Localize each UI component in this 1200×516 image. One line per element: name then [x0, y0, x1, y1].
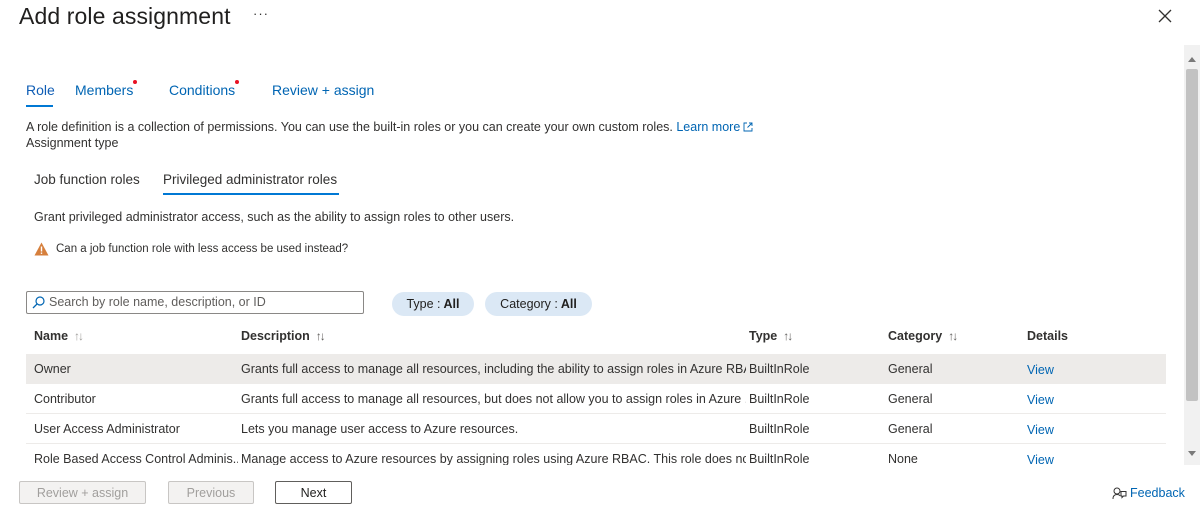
role-search-input[interactable]: Search by role name, description, or ID — [26, 291, 364, 314]
role-description: Grants full access to manage all resourc… — [241, 392, 746, 406]
column-header-description[interactable]: Description ↑↓ — [241, 329, 326, 343]
feedback-button[interactable]: Feedback — [1112, 485, 1185, 501]
vertical-scrollbar[interactable] — [1184, 45, 1200, 465]
learn-more-link[interactable]: Learn more — [676, 120, 753, 134]
column-header-name-label: Name — [34, 329, 69, 343]
role-type: BuiltInRole — [749, 452, 810, 465]
column-header-type-label: Type — [749, 329, 778, 343]
tab-conditions[interactable]: Conditions — [169, 80, 239, 98]
table-row[interactable]: User Access Administrator Lets you manag… — [26, 414, 1166, 444]
type-filter-pill[interactable]: Type : All — [392, 292, 474, 316]
role-category: General — [888, 392, 933, 406]
tab-members[interactable]: Members — [75, 80, 137, 98]
active-subtab-indicator — [163, 193, 339, 195]
tab-job-function-roles[interactable]: Job function roles — [34, 172, 140, 187]
search-icon — [32, 296, 45, 309]
column-header-category-label: Category — [888, 329, 943, 343]
table-row[interactable]: Owner Grants full access to manage all r… — [26, 354, 1166, 384]
type-filter-value: All — [443, 297, 460, 311]
role-description: Lets you manage user access to Azure res… — [241, 422, 519, 436]
role-type: BuiltInRole — [749, 362, 810, 376]
external-link-icon — [743, 122, 753, 132]
tab-role-label: Role — [26, 82, 55, 98]
tab-review-assign[interactable]: Review + assign — [272, 82, 374, 98]
view-details-link[interactable]: View — [1027, 453, 1054, 465]
required-dot-icon — [133, 80, 137, 84]
type-filter-label: Type : — [406, 297, 441, 311]
role-description: Grants full access to manage all resourc… — [241, 362, 746, 376]
view-details-link[interactable]: View — [1027, 363, 1054, 377]
column-header-type[interactable]: Type ↑↓ — [749, 329, 793, 343]
feedback-icon — [1112, 487, 1127, 499]
page-title: Add role assignment — [19, 3, 231, 29]
tab-role[interactable]: Role — [26, 82, 55, 107]
category-filter-pill[interactable]: Category : All — [485, 292, 592, 316]
feedback-label: Feedback — [1130, 486, 1185, 500]
description-text: A role definition is a collection of per… — [26, 120, 673, 134]
table-header: Name ↑↓ Description ↑↓ Type ↑↓ Category ↑↓ D… — [26, 324, 1166, 354]
active-tab-indicator — [26, 105, 53, 107]
role-name: Owner — [34, 362, 71, 376]
tab-conditions-label: Conditions — [169, 82, 236, 98]
next-button[interactable]: Next — [275, 481, 352, 504]
warning-message: Can a job function role with less access… — [34, 241, 348, 257]
scroll-down-icon[interactable] — [1188, 451, 1196, 456]
required-dot-icon — [235, 80, 239, 84]
role-category: General — [888, 422, 933, 436]
view-details-link[interactable]: View — [1027, 393, 1054, 407]
column-header-name[interactable]: Name ↑↓ — [34, 329, 84, 343]
role-name: Contributor — [34, 392, 96, 406]
content-panel: Role Members Conditions Review + assign … — [0, 45, 1183, 465]
assignment-type-label: Assignment type — [26, 136, 119, 150]
tab-members-label: Members — [75, 82, 134, 98]
scrollbar-thumb[interactable] — [1186, 69, 1198, 401]
learn-more-label: Learn more — [676, 120, 741, 134]
view-details-link[interactable]: View — [1027, 423, 1054, 437]
column-header-category[interactable]: Category ↑↓ — [888, 329, 958, 343]
close-icon[interactable] — [1157, 8, 1173, 24]
category-filter-value: All — [560, 297, 577, 311]
review-assign-button[interactable]: Review + assign — [19, 481, 146, 504]
role-type: BuiltInRole — [749, 422, 810, 436]
sort-icon: ↑↓ — [948, 329, 958, 343]
sort-icon: ↑↓ — [783, 329, 793, 343]
column-header-details: Details — [1027, 329, 1068, 343]
warning-text: Can a job function role with less access… — [56, 243, 349, 255]
privileged-description: Grant privileged administrator access, s… — [34, 210, 515, 224]
role-category: None — [888, 452, 918, 465]
sort-icon: ↑↓ — [74, 329, 84, 343]
table-row[interactable]: Contributor Grants full access to manage… — [26, 384, 1166, 414]
tab-review-assign-label: Review + assign — [272, 82, 375, 98]
warning-icon — [34, 242, 49, 256]
role-definition-description: A role definition is a collection of per… — [26, 120, 753, 134]
more-options-button[interactable]: ··· — [253, 6, 269, 21]
tab-privileged-administrator-roles[interactable]: Privileged administrator roles — [163, 172, 337, 187]
column-header-description-label: Description — [241, 329, 310, 343]
scroll-up-icon[interactable] — [1188, 57, 1196, 62]
sort-icon: ↑↓ — [315, 329, 326, 343]
category-filter-label: Category : — [500, 297, 558, 311]
role-name: Role Based Access Control Adminis... — [34, 452, 238, 465]
table-row[interactable]: Role Based Access Control Adminis... Man… — [26, 444, 1166, 465]
role-name: User Access Administrator — [34, 422, 180, 436]
previous-button[interactable]: Previous — [168, 481, 254, 504]
search-placeholder: Search by role name, description, or ID — [49, 295, 266, 309]
role-category: General — [888, 362, 933, 376]
role-description: Manage access to Azure resources by assi… — [241, 452, 746, 465]
role-type: BuiltInRole — [749, 392, 810, 406]
